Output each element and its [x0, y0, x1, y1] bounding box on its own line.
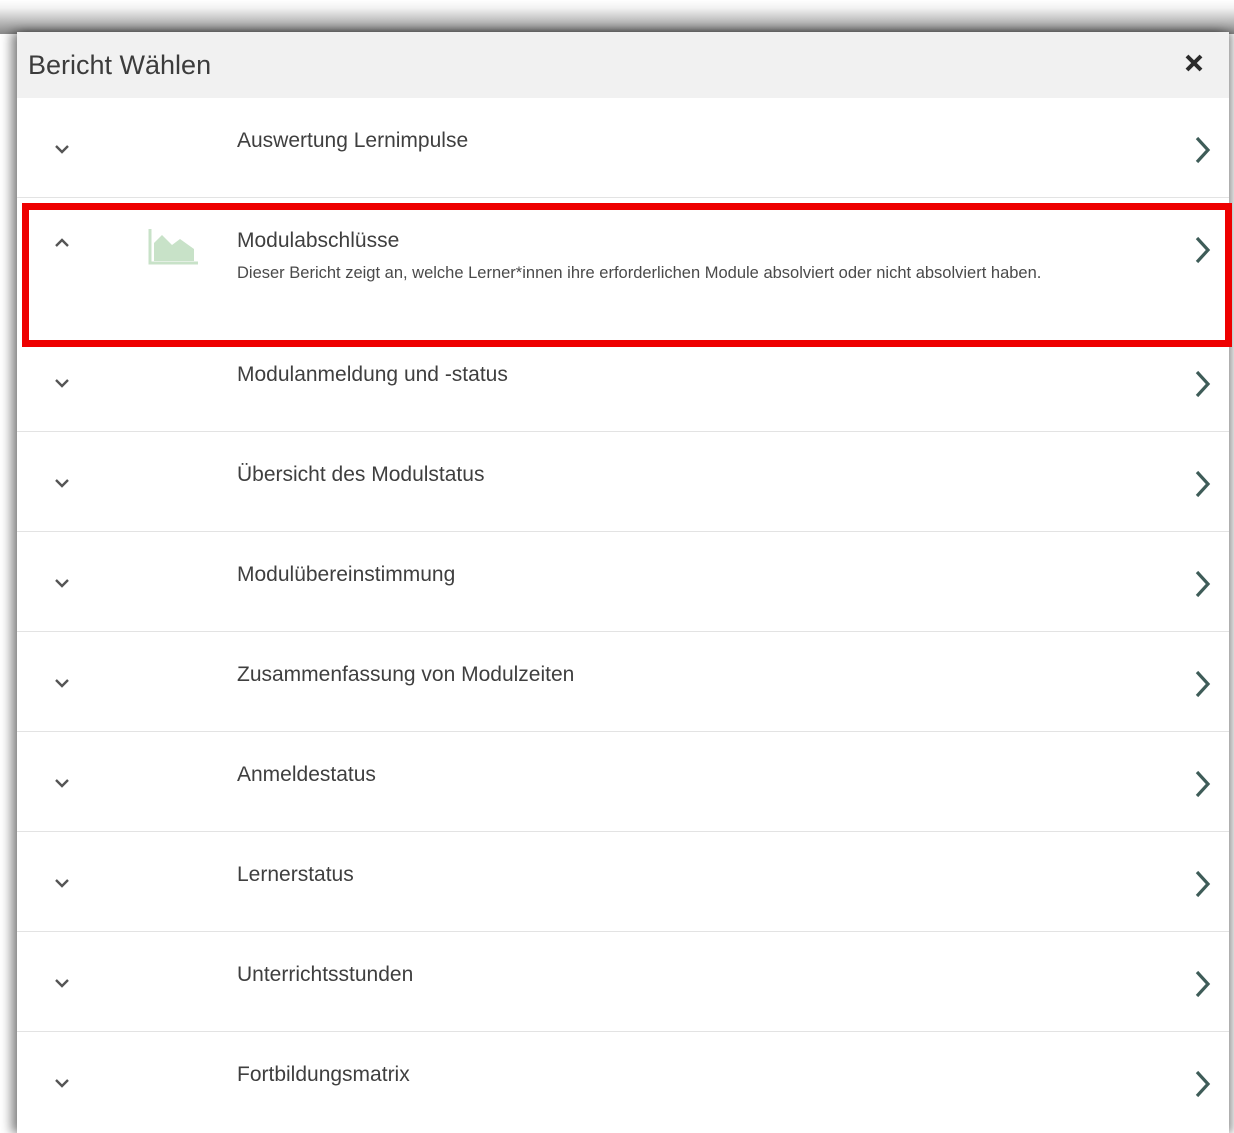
open-report-button[interactable] [1189, 134, 1215, 166]
dialog-header: Bericht Wählen [17, 32, 1229, 98]
report-item-unterrichtsstunden[interactable]: Unterrichtsstunden [17, 932, 1229, 1032]
report-item-label: Übersicht des Modulstatus [237, 463, 485, 486]
chevron-up-icon [55, 238, 69, 247]
report-item-modulzeiten[interactable]: Zusammenfassung von Modulzeiten [17, 632, 1229, 732]
report-item-anmeldestatus[interactable]: Anmeldestatus [17, 732, 1229, 832]
chevron-right-icon [1195, 570, 1211, 598]
expand-toggle[interactable] [47, 568, 77, 598]
backdrop-shadow [0, 0, 1234, 34]
report-item-label: Lernerstatus [237, 863, 354, 886]
open-report-button[interactable] [1189, 968, 1215, 1000]
open-report-button[interactable] [1189, 368, 1215, 400]
report-item-description: Dieser Bericht zeigt an, welche Lerner*i… [237, 264, 1042, 282]
open-report-button[interactable] [1189, 468, 1215, 500]
report-item-label: Zusammenfassung von Modulzeiten [237, 663, 575, 686]
report-item-label: Modulabschlüsse [237, 229, 400, 252]
chevron-right-icon [1195, 470, 1211, 498]
expand-toggle[interactable] [47, 768, 77, 798]
expand-toggle[interactable] [47, 968, 77, 998]
chevron-down-icon [55, 679, 69, 688]
collapse-toggle[interactable] [47, 228, 77, 258]
report-item-modulanmeldung[interactable]: Modulanmeldung und -status [17, 332, 1229, 432]
report-item-label: Fortbildungsmatrix [237, 1063, 410, 1086]
chevron-down-icon [55, 1079, 69, 1088]
expand-toggle[interactable] [47, 868, 77, 898]
report-item-label: Auswertung Lernimpulse [237, 129, 469, 152]
report-item-label: Modulübereinstimmung [237, 563, 456, 586]
report-item-auswertung-lernimpulse[interactable]: Auswertung Lernimpulse [17, 98, 1229, 198]
chevron-right-icon [1195, 370, 1211, 398]
chevron-down-icon [55, 145, 69, 154]
chevron-right-icon [1195, 670, 1211, 698]
chevron-down-icon [55, 779, 69, 788]
area-chart-icon [147, 227, 199, 267]
open-report-button[interactable] [1189, 568, 1215, 600]
chevron-right-icon [1195, 770, 1211, 798]
chevron-down-icon [55, 479, 69, 488]
chevron-right-icon [1195, 1070, 1211, 1098]
chevron-right-icon [1195, 236, 1211, 264]
expand-toggle[interactable] [47, 368, 77, 398]
open-report-button[interactable] [1189, 868, 1215, 900]
open-report-button[interactable] [1189, 1068, 1215, 1100]
expand-toggle[interactable] [47, 1068, 77, 1098]
report-item-label: Unterrichtsstunden [237, 963, 414, 986]
open-report-button[interactable] [1189, 234, 1215, 266]
chevron-down-icon [55, 379, 69, 388]
expand-toggle[interactable] [47, 668, 77, 698]
chevron-down-icon [55, 879, 69, 888]
dialog-title: Bericht Wählen [28, 50, 212, 80]
close-icon [1185, 54, 1203, 72]
chevron-down-icon [55, 979, 69, 988]
report-item-label: Modulanmeldung und -status [237, 363, 508, 386]
open-report-button[interactable] [1189, 668, 1215, 700]
expand-toggle[interactable] [47, 468, 77, 498]
chevron-right-icon [1195, 136, 1211, 164]
report-item-label: Anmeldestatus [237, 763, 376, 786]
report-select-dialog: Bericht Wählen Auswertung Lernimpulse Mo… [17, 32, 1229, 1133]
chevron-down-icon [55, 579, 69, 588]
report-item-uebersicht-modulstatus[interactable]: Übersicht des Modulstatus [17, 432, 1229, 532]
report-item-fortbildungsmatrix[interactable]: Fortbildungsmatrix [17, 1032, 1229, 1131]
close-button[interactable] [1179, 48, 1209, 78]
open-report-button[interactable] [1189, 768, 1215, 800]
chevron-right-icon [1195, 870, 1211, 898]
report-item-modulabschluesse[interactable]: Modulabschlüsse Dieser Bericht zeigt an,… [17, 198, 1229, 339]
report-item-lernerstatus[interactable]: Lernerstatus [17, 832, 1229, 932]
expand-toggle[interactable] [47, 134, 77, 164]
chevron-right-icon [1195, 970, 1211, 998]
report-item-moduluebereinstimmung[interactable]: Modulübereinstimmung [17, 532, 1229, 632]
